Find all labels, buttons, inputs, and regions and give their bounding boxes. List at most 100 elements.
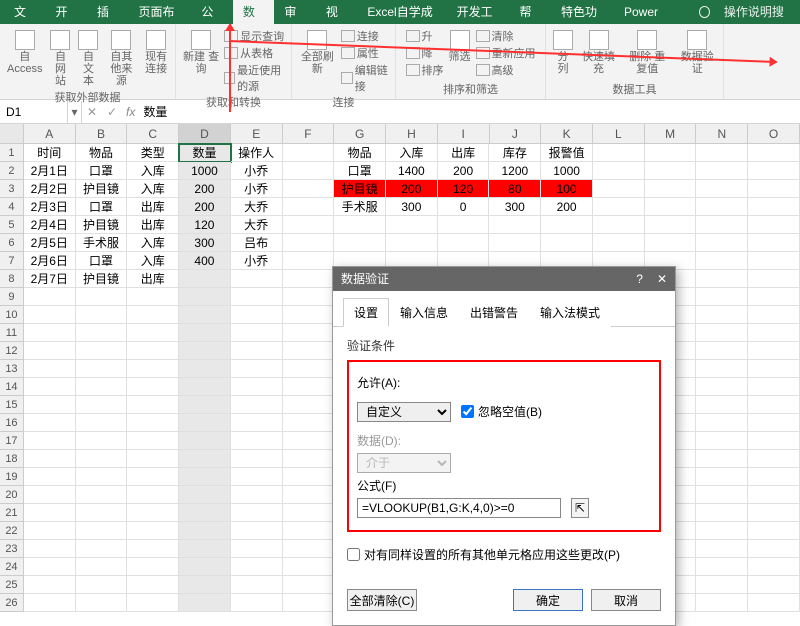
cell[interactable]: [231, 414, 283, 432]
cell[interactable]: [76, 450, 128, 468]
cell[interactable]: 库存: [489, 144, 541, 162]
cell[interactable]: [76, 378, 128, 396]
cell[interactable]: [541, 216, 593, 234]
cell[interactable]: [24, 414, 76, 432]
apply-all-checkbox[interactable]: 对有同样设置的所有其他单元格应用这些更改(P): [347, 546, 661, 563]
cell[interactable]: 物品: [334, 144, 386, 162]
cell[interactable]: [231, 558, 283, 576]
cell[interactable]: 物品: [76, 144, 128, 162]
cell[interactable]: [179, 324, 231, 342]
cell[interactable]: [76, 288, 128, 306]
col-header-G[interactable]: G: [334, 124, 386, 143]
ok-button[interactable]: 确定: [513, 589, 583, 611]
cell[interactable]: [386, 234, 438, 252]
cell[interactable]: 2月3日: [24, 198, 76, 216]
ribbon-tab-8[interactable]: Excel自学成才: [357, 0, 446, 24]
row-header[interactable]: 25: [0, 576, 24, 594]
cell[interactable]: 小乔: [231, 180, 283, 198]
cell[interactable]: 时间: [24, 144, 76, 162]
cell[interactable]: [748, 576, 800, 594]
row-header[interactable]: 19: [0, 468, 24, 486]
cell[interactable]: 80: [489, 180, 541, 198]
cell[interactable]: [696, 288, 748, 306]
cell[interactable]: [696, 342, 748, 360]
close-icon[interactable]: ✕: [657, 267, 667, 291]
ribbon-tab-5[interactable]: 数据: [233, 0, 274, 24]
ribbon-tab-10[interactable]: 帮助: [510, 0, 551, 24]
ribbon-item[interactable]: 高级: [476, 62, 536, 78]
cell[interactable]: [283, 522, 335, 540]
cell[interactable]: [231, 522, 283, 540]
ribbon-tab-4[interactable]: 公式: [191, 0, 232, 24]
cell[interactable]: [179, 450, 231, 468]
cell[interactable]: [231, 450, 283, 468]
cell[interactable]: [489, 234, 541, 252]
ribbon-tab-3[interactable]: 页面布局: [128, 0, 191, 24]
cell[interactable]: 数量: [179, 144, 231, 162]
cell[interactable]: [127, 504, 179, 522]
cell[interactable]: [696, 270, 748, 288]
row-header[interactable]: 23: [0, 540, 24, 558]
cell[interactable]: [696, 162, 748, 180]
cell[interactable]: [179, 540, 231, 558]
cell[interactable]: [76, 432, 128, 450]
cell[interactable]: [127, 396, 179, 414]
row-header[interactable]: 4: [0, 198, 24, 216]
cell[interactable]: [231, 396, 283, 414]
cell[interactable]: [334, 234, 386, 252]
cell[interactable]: [24, 468, 76, 486]
cell[interactable]: [179, 594, 231, 612]
cell[interactable]: [127, 306, 179, 324]
cell[interactable]: 120: [179, 216, 231, 234]
cell[interactable]: [438, 216, 490, 234]
row-header[interactable]: 26: [0, 594, 24, 612]
cell[interactable]: [696, 252, 748, 270]
cell[interactable]: [179, 306, 231, 324]
cell[interactable]: [231, 576, 283, 594]
cell[interactable]: 护目镜: [76, 270, 128, 288]
cell[interactable]: [489, 216, 541, 234]
cell[interactable]: 吕布: [231, 234, 283, 252]
cell[interactable]: [231, 432, 283, 450]
ribbon-item[interactable]: 从表格: [224, 45, 287, 61]
cell[interactable]: [179, 414, 231, 432]
col-header-O[interactable]: O: [748, 124, 800, 143]
cell[interactable]: [283, 216, 335, 234]
cell[interactable]: [748, 486, 800, 504]
cell[interactable]: [231, 270, 283, 288]
cell[interactable]: [696, 414, 748, 432]
cell[interactable]: [24, 576, 76, 594]
row-header[interactable]: 13: [0, 360, 24, 378]
col-header-D[interactable]: D: [179, 124, 231, 143]
cell[interactable]: [283, 252, 335, 270]
cell[interactable]: [127, 378, 179, 396]
row-header[interactable]: 15: [0, 396, 24, 414]
allow-select[interactable]: 自定义: [357, 402, 451, 422]
cell[interactable]: [76, 414, 128, 432]
cell[interactable]: [283, 360, 335, 378]
cell[interactable]: [231, 324, 283, 342]
row-header[interactable]: 11: [0, 324, 24, 342]
cell[interactable]: [283, 468, 335, 486]
ribbon-item[interactable]: 删除 重复值: [621, 28, 673, 77]
cell[interactable]: [231, 378, 283, 396]
cell[interactable]: [127, 594, 179, 612]
cell[interactable]: [748, 378, 800, 396]
refresh-all-button[interactable]: 全部刷新: [296, 28, 339, 77]
formula-input[interactable]: 数量: [139, 103, 171, 120]
cell[interactable]: [696, 396, 748, 414]
cell[interactable]: [748, 558, 800, 576]
cell[interactable]: 0: [438, 198, 490, 216]
filter-button[interactable]: 筛选: [446, 28, 474, 65]
row-header[interactable]: 20: [0, 486, 24, 504]
tell-me-search[interactable]: 操作说明搜索: [699, 0, 796, 24]
cell[interactable]: [593, 198, 645, 216]
cell[interactable]: [696, 180, 748, 198]
cell[interactable]: [127, 486, 179, 504]
ribbon-item[interactable]: 升: [406, 28, 444, 44]
ribbon-item[interactable]: 排序: [406, 62, 444, 78]
cell[interactable]: [541, 234, 593, 252]
clear-all-button[interactable]: 全部清除(C): [347, 589, 417, 611]
cell[interactable]: [696, 234, 748, 252]
cell[interactable]: [696, 558, 748, 576]
